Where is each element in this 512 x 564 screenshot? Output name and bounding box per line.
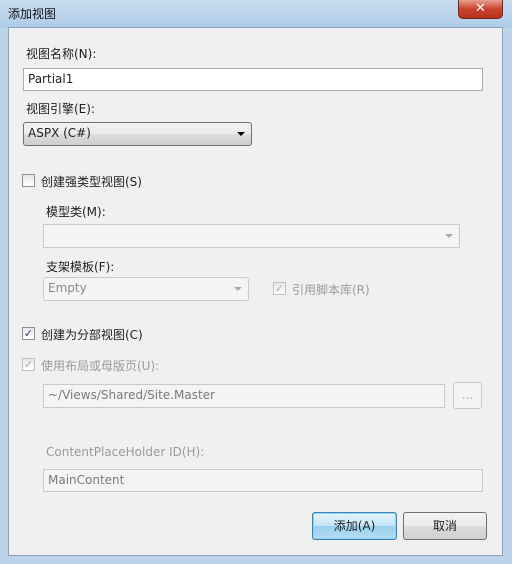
chevron-down-icon: [237, 132, 245, 136]
browse-button[interactable]: ...: [453, 382, 482, 409]
strongly-typed-checkbox[interactable]: [22, 174, 35, 187]
reference-scripts-label: 引用脚本库(R): [292, 283, 370, 297]
window-title: 添加视图: [8, 7, 57, 21]
use-layout-label: 使用布局或母版页(U):: [41, 359, 160, 373]
content-placeholder-input[interactable]: MainContent: [43, 469, 483, 492]
checkmark-icon: ✓: [23, 358, 34, 371]
view-engine-select[interactable]: ASPX (C#): [23, 122, 252, 146]
checkmark-icon: ✓: [23, 327, 34, 340]
content-placeholder-label: ContentPlaceHolder ID(H):: [46, 445, 205, 459]
use-layout-checkbox[interactable]: ✓: [22, 358, 35, 371]
layout-path-input[interactable]: ~/Views/Shared/Site.Master: [43, 384, 445, 408]
strongly-typed-label: 创建强类型视图(S): [41, 175, 142, 189]
title-bar: 添加视图 ✕: [0, 0, 512, 28]
model-class-combobox[interactable]: [43, 224, 460, 248]
chevron-down-icon: [234, 287, 242, 291]
view-name-label: 视图名称(N):: [26, 47, 97, 61]
chevron-down-icon: [445, 234, 453, 238]
model-class-label: 模型类(M):: [46, 205, 106, 219]
view-engine-label: 视图引擎(E):: [26, 102, 95, 116]
view-engine-value: ASPX (C#): [28, 126, 91, 140]
checkmark-icon: ✓: [274, 282, 285, 295]
add-button[interactable]: 添加(A): [312, 512, 397, 540]
view-name-input[interactable]: Partial1: [23, 68, 483, 91]
close-icon: ✕: [475, 1, 486, 16]
scaffold-template-label: 支架模板(F):: [46, 260, 115, 274]
close-button[interactable]: ✕: [458, 0, 503, 19]
partial-view-checkbox[interactable]: ✓: [22, 327, 35, 340]
partial-view-label: 创建为分部视图(C): [41, 328, 143, 342]
cancel-button[interactable]: 取消: [403, 512, 487, 540]
scaffold-template-value: Empty: [48, 281, 87, 295]
scaffold-template-select[interactable]: Empty: [43, 277, 249, 301]
reference-scripts-checkbox[interactable]: ✓: [273, 282, 286, 295]
